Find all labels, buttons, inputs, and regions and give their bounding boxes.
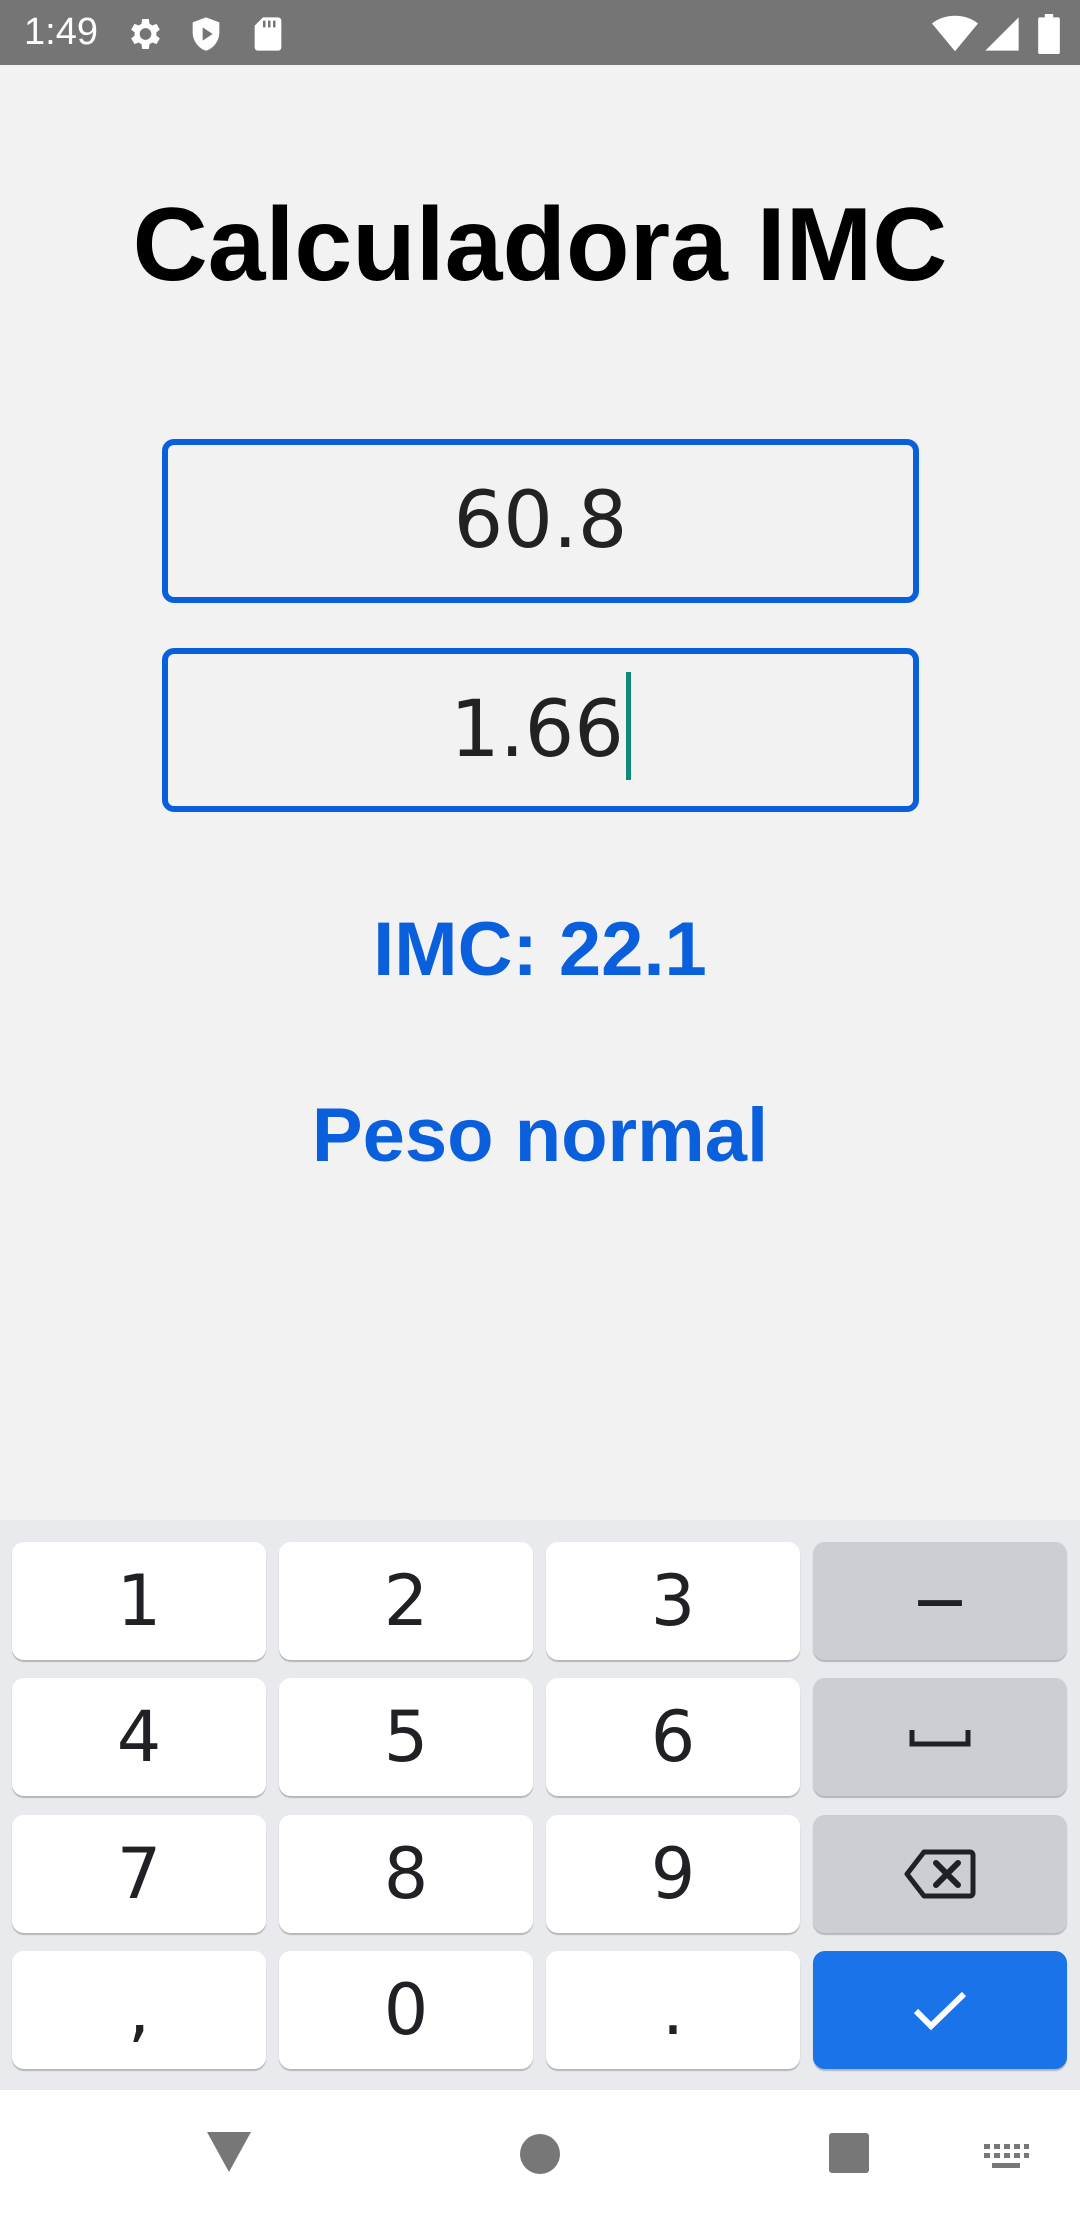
key-9[interactable]: 9	[546, 1815, 800, 1933]
imc-result: IMC: 22.1	[373, 907, 707, 992]
key-comma[interactable]: ,	[12, 1951, 266, 2069]
key-backspace[interactable]	[813, 1815, 1067, 1933]
battery-icon	[1036, 14, 1062, 54]
height-value: 1.66	[450, 685, 624, 775]
key-1[interactable]: 1	[12, 1542, 266, 1660]
gear-icon	[124, 14, 164, 54]
space-icon	[909, 1730, 971, 1747]
imc-classification: Peso normal	[311, 1093, 769, 1178]
key-4[interactable]: 4	[12, 1678, 266, 1796]
weight-value: 60.8	[453, 476, 628, 566]
status-time: 1:49	[24, 11, 98, 53]
keyboard-switch-icon[interactable]	[982, 2142, 1030, 2172]
back-triangle-icon[interactable]	[205, 2130, 253, 2174]
key-minus[interactable]: −	[813, 1542, 1067, 1660]
numeric-keyboard: 1 2 3 − 4 5 6 7 8 9 , 0 .	[0, 1520, 1080, 2090]
key-2[interactable]: 2	[279, 1542, 533, 1660]
key-period[interactable]: .	[546, 1951, 800, 2069]
wifi-icon	[932, 14, 978, 54]
page-title: Calculadora IMC	[132, 187, 948, 303]
key-0[interactable]: 0	[279, 1951, 533, 2069]
status-bar: 1:49	[0, 0, 1080, 65]
key-8[interactable]: 8	[279, 1815, 533, 1933]
check-icon	[913, 1991, 967, 2031]
recents-square-icon[interactable]	[828, 2132, 870, 2174]
height-input[interactable]: 1.66	[162, 648, 919, 812]
key-6[interactable]: 6	[546, 1678, 800, 1796]
weight-input[interactable]: 60.8	[162, 439, 919, 603]
home-circle-icon[interactable]	[518, 2132, 562, 2176]
key-space[interactable]	[813, 1678, 1067, 1796]
key-done[interactable]	[813, 1951, 1067, 2069]
shield-play-icon	[186, 14, 226, 54]
key-3[interactable]: 3	[546, 1542, 800, 1660]
signal-icon	[982, 14, 1022, 54]
navigation-bar	[0, 2090, 1080, 2220]
key-5[interactable]: 5	[279, 1678, 533, 1796]
text-cursor	[625, 672, 631, 780]
sd-card-icon	[248, 14, 288, 54]
app-screen: 1:49 Calculadora IMC 60.8 1.66 IMC: 22.1…	[0, 0, 1080, 2220]
backspace-icon	[904, 1849, 976, 1899]
key-7[interactable]: 7	[12, 1815, 266, 1933]
